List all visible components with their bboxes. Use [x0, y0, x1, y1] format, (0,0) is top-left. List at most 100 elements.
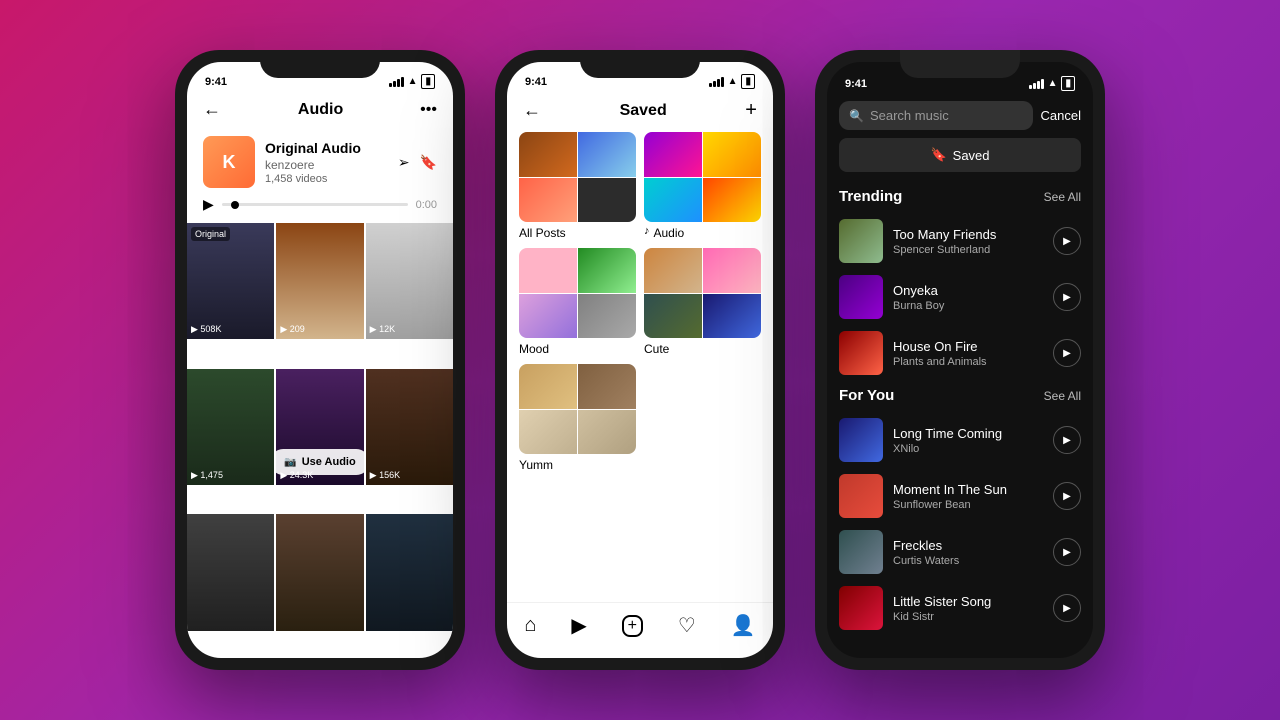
video-thumb-2[interactable]: ▶ 209 — [276, 223, 363, 339]
video-grid: Original ▶ 508K ▶ 209 ▶ 12K ▶ 1,475 ▶ 24… — [187, 223, 453, 658]
audio-avatar: K — [203, 136, 255, 188]
bookmark-saved-icon: 🔖 — [930, 147, 946, 163]
music-track-5: Moment In The Sun — [893, 482, 1043, 497]
add-button-saved[interactable]: + — [745, 99, 757, 122]
signal-icon-1 — [389, 77, 404, 87]
play-button-3[interactable]: ▶ — [1053, 339, 1081, 367]
saved-tab[interactable]: 🔖 Saved — [839, 138, 1081, 172]
audio-info: Original Audio kenzoere 1,458 videos — [265, 140, 388, 185]
nav-add[interactable]: + — [622, 615, 643, 637]
status-icons-1: ▲ ▮ — [389, 74, 435, 89]
music-item-freckles[interactable]: Freckles Curtis Waters ▶ — [827, 524, 1093, 580]
collection-cell — [578, 410, 636, 455]
collection-cell — [519, 248, 577, 293]
audio-track-title: Original Audio — [265, 140, 388, 156]
search-input[interactable]: Search music — [870, 108, 949, 123]
play-button-6[interactable]: ▶ — [1053, 538, 1081, 566]
nav-home[interactable]: ⌂ — [524, 614, 536, 637]
collection-cell — [703, 178, 761, 223]
menu-icon-1[interactable]: ••• — [420, 101, 437, 119]
collection-label-yumm: Yumm — [519, 458, 636, 472]
music-item-house-on-fire[interactable]: House On Fire Plants and Animals ▶ — [827, 325, 1093, 381]
collection-yumm[interactable]: Yumm — [519, 364, 636, 472]
collection-cell — [578, 178, 636, 223]
bookmark-icon[interactable]: 🔖 — [420, 154, 437, 171]
nav-activity[interactable]: ♡ — [678, 613, 696, 638]
for-you-see-all[interactable]: See All — [1044, 389, 1081, 403]
saved-row-2: Mood Cute — [519, 248, 761, 356]
collection-cell — [644, 294, 702, 339]
music-item-little-sister-song[interactable]: Little Sister Song Kid Sistr ▶ — [827, 580, 1093, 636]
collection-cell — [578, 248, 636, 293]
video-thumb-4[interactable]: ▶ 1,475 — [187, 369, 274, 485]
video-thumb-8[interactable] — [276, 514, 363, 630]
video-thumb-5[interactable]: ▶ 24.3K 📷 Use Audio — [276, 369, 363, 485]
play-button-7[interactable]: ▶ — [1053, 594, 1081, 622]
music-artist-7: Kid Sistr — [893, 611, 1043, 623]
nav-profile[interactable]: 👤 — [731, 613, 756, 638]
nav-reels[interactable]: ▶ — [571, 613, 586, 638]
trending-title: Trending — [839, 188, 902, 205]
music-item-long-time-coming[interactable]: Long Time Coming XNilo ▶ — [827, 412, 1093, 468]
video-thumb-1[interactable]: Original ▶ 508K — [187, 223, 274, 339]
collection-all-posts[interactable]: All Posts — [519, 132, 636, 240]
music-track-7: Little Sister Song — [893, 594, 1043, 609]
music-info-3: House On Fire Plants and Animals — [893, 339, 1043, 368]
music-info-4: Long Time Coming XNilo — [893, 426, 1043, 455]
music-artist-5: Sunflower Bean — [893, 499, 1043, 511]
collection-mood[interactable]: Mood — [519, 248, 636, 356]
music-item-onyeka[interactable]: Onyeka Burna Boy ▶ — [827, 269, 1093, 325]
music-info-2: Onyeka Burna Boy — [893, 283, 1043, 312]
play-button[interactable]: ▶ — [203, 196, 214, 213]
collection-cell — [519, 132, 577, 177]
saved-page-title: Saved — [620, 102, 667, 120]
phone-1: 9:41 ▲ ▮ ← Audio ••• K Original Audio k — [175, 50, 465, 670]
video-thumb-6[interactable]: ▶ 156K — [366, 369, 453, 485]
use-audio-button[interactable]: 📷 Use Audio — [276, 449, 363, 475]
video-thumb-7[interactable] — [187, 514, 274, 630]
music-info-6: Freckles Curtis Waters — [893, 538, 1043, 567]
collection-cell — [703, 248, 761, 293]
audio-track-card: K Original Audio kenzoere 1,458 videos ➢… — [187, 128, 453, 196]
music-item-too-many-friends[interactable]: Too Many Friends Spencer Sutherland ▶ — [827, 213, 1093, 269]
phone-notch-1 — [260, 50, 380, 78]
back-button-2[interactable]: ← — [523, 100, 541, 121]
video-thumb-9[interactable] — [366, 514, 453, 630]
collection-cute[interactable]: Cute — [644, 248, 761, 356]
battery-icon-1: ▮ — [421, 74, 435, 89]
status-icons-2: ▲ ▮ — [709, 74, 755, 89]
share-icon[interactable]: ➢ — [398, 154, 410, 171]
audio-actions: ➢ 🔖 — [398, 154, 437, 171]
music-info-5: Moment In The Sun Sunflower Bean — [893, 482, 1043, 511]
music-info-1: Too Many Friends Spencer Sutherland — [893, 227, 1043, 256]
collection-cell — [578, 294, 636, 339]
phone-3: 9:41 ▲ ▮ 🔍 Search music Cancel 🔖 Sav — [815, 50, 1105, 670]
collection-cell — [644, 132, 702, 177]
play-button-4[interactable]: ▶ — [1053, 426, 1081, 454]
progress-bar[interactable] — [222, 203, 408, 206]
video-views-3: ▶ 12K — [370, 324, 395, 335]
play-button-5[interactable]: ▶ — [1053, 482, 1081, 510]
for-you-title: For You — [839, 387, 894, 404]
cancel-button[interactable]: Cancel — [1041, 108, 1081, 123]
status-time-3: 9:41 — [845, 78, 867, 90]
video-label-original: Original — [191, 227, 230, 241]
music-search-bar: 🔍 Search music Cancel — [827, 95, 1093, 138]
audio-page-title: Audio — [298, 101, 343, 119]
play-button-1[interactable]: ▶ — [1053, 227, 1081, 255]
video-views-2: ▶ 209 — [280, 324, 304, 335]
phone-2: 9:41 ▲ ▮ ← Saved + — [495, 50, 785, 670]
music-track-3: House On Fire — [893, 339, 1043, 354]
music-note-icon: ♪ — [644, 225, 650, 237]
signal-icon-2 — [709, 77, 724, 87]
trending-see-all[interactable]: See All — [1044, 190, 1081, 204]
play-button-2[interactable]: ▶ — [1053, 283, 1081, 311]
status-icons-3: ▲ ▮ — [1029, 76, 1075, 91]
wifi-icon-1: ▲ — [408, 76, 418, 87]
collection-audio[interactable]: ♪ Audio — [644, 132, 761, 240]
search-input-wrap[interactable]: 🔍 Search music — [839, 101, 1033, 130]
collection-cell — [703, 294, 761, 339]
video-thumb-3[interactable]: ▶ 12K — [366, 223, 453, 339]
music-item-moment-in-sun[interactable]: Moment In The Sun Sunflower Bean ▶ — [827, 468, 1093, 524]
back-button-1[interactable]: ← — [203, 99, 221, 120]
